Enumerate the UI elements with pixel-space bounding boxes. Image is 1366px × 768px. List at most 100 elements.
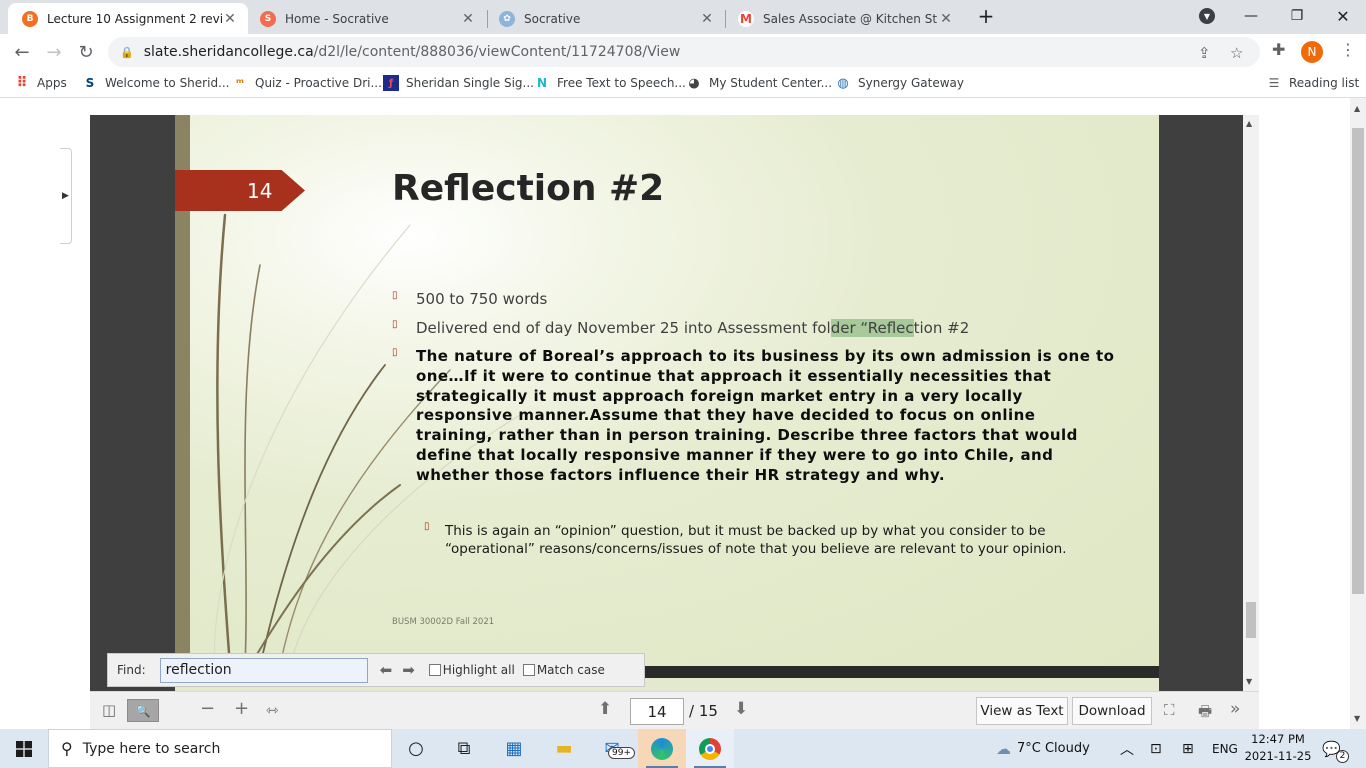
tab-title: Sales Associate @ Kitchen Stuff P [763,11,938,26]
windows-logo-icon [16,740,32,757]
chrome-icon[interactable] [686,729,734,768]
find-input[interactable]: reflection [159,657,368,683]
previous-page-icon[interactable]: ⬆ [598,699,612,719]
url-host: slate.sheridancollege.ca [143,44,314,60]
bookmark-quiz-proactive[interactable]: ᵐ Quiz - Proactive Dri... [232,75,382,91]
slide-title: Reflection #2 [392,168,665,209]
address-bar[interactable]: 🔒 slate.sheridancollege.ca/d2l/le/conten… [108,37,1260,67]
viewer-scrollbar[interactable]: ▲ ▼ [1243,115,1259,691]
next-page-icon[interactable]: ⬇ [734,699,748,719]
tab-lecture-10[interactable]: B Lecture 10 Assignment 2 review a ✕ [8,3,248,34]
share-icon[interactable]: ⇪ [1198,44,1211,62]
highlight-all-checkbox[interactable]: Highlight all [428,663,515,677]
weather-text: 7°C Cloudy [1017,741,1090,756]
notification-center-icon[interactable]: 💬 2 [1322,729,1349,768]
scroll-thumb[interactable] [1246,602,1256,638]
close-tab-icon[interactable]: ✕ [222,11,238,27]
extensions-icon[interactable]: ✚ [1272,40,1285,59]
bookmark-welcome-sheridan[interactable]: S Welcome to Sherid... [82,75,230,91]
bookmark-synergy-gateway[interactable]: ◍ Synergy Gateway [835,75,964,91]
clock-time: 12:47 PM [1251,732,1305,746]
show-hidden-icons-icon[interactable]: ︿ [1120,729,1134,768]
page-scroll-thumb[interactable] [1352,128,1364,594]
close-tab-icon[interactable]: ✕ [460,11,476,27]
new-tab-button[interactable]: + [964,0,1008,32]
microsoft-store-icon[interactable]: ▦ [490,729,538,768]
bullet-question: The nature of Boreal’s approach to its b… [416,347,1115,484]
search-icon[interactable]: 🔍 [127,699,159,722]
windows-start-icon[interactable] [0,729,48,768]
fit-width-icon[interactable]: ⇿ [266,701,279,719]
socrative-icon: S [260,10,276,27]
tab-sales-associate[interactable]: M Sales Associate @ Kitchen Stuff P ✕ [724,3,964,34]
weather-widget[interactable]: ☁ 7°C Cloudy [996,729,1090,768]
sub-bullet-icon: ▯ [424,521,430,532]
download-button[interactable]: Download [1072,697,1152,725]
tab-socrative[interactable]: ✿ Socrative ✕ [485,3,725,34]
slide: 14 Reflection #2 ▯ 500 to 750 words ▯ De… [175,115,1159,666]
taskbar-search-box[interactable]: ⚲ Type here to search [48,729,392,768]
page-scrollbar[interactable]: ▲ ▼ [1350,98,1366,729]
scroll-up-icon[interactable]: ▲ [1246,119,1252,128]
synergy-icon: ◍ [837,75,849,91]
restore-icon[interactable]: ❐ [1274,0,1320,32]
zoom-out-icon[interactable]: − [200,698,215,719]
close-tab-icon[interactable]: ✕ [938,11,954,27]
close-window-icon[interactable]: ✕ [1320,0,1366,32]
reload-icon[interactable]: ↻ [72,38,100,66]
more-tools-icon[interactable]: » [1230,699,1240,719]
page-number-input[interactable]: 14 [630,698,684,725]
minimize-icon[interactable]: — [1228,0,1274,32]
cortana-icon[interactable]: ○ [392,729,440,768]
close-tab-icon[interactable]: ✕ [699,11,715,27]
file-explorer-icon[interactable]: ▬ [540,729,588,768]
slide-number-banner [175,170,305,211]
brightspace-icon: B [22,10,38,27]
profile-avatar[interactable]: N [1301,41,1323,63]
find-highlight: der “Reflec [830,319,914,337]
reading-list-label: Reading list [1289,76,1360,90]
network-icon[interactable]: ⊡ [1150,729,1162,768]
task-view-icon[interactable]: ⧉ [440,729,488,768]
scroll-down-icon[interactable]: ▼ [1246,677,1252,686]
notification-count: 2 [1336,750,1349,763]
find-previous-icon[interactable]: ⬅ [380,661,393,679]
viewer-toolbar: ◫ 🔍 − + ⇿ ⬆ 14 / 15 ⬇ View as Text Downl… [90,691,1259,729]
tab-search-icon[interactable]: ▼ [1184,0,1230,32]
page-content: ▶ 14 Reflection #2 ▯ 500 to 750 words ▯ … [0,98,1366,729]
reading-list-button[interactable]: ☰ Reading list [1266,75,1360,91]
sub-bullet-note: This is again an “opinion” question, but… [445,523,1067,557]
system-clock[interactable]: 12:47 PM 2021-11-25 [1244,731,1312,765]
bookmark-star-icon[interactable]: ☆ [1230,44,1243,62]
proactive-icon: ᵐ [236,76,244,90]
bullet-delivery-text-end: tion #2 [913,319,970,337]
bookmark-label: Synergy Gateway [858,76,964,90]
page-scroll-up-icon[interactable]: ▲ [1354,104,1360,113]
language-indicator[interactable]: ENG [1212,729,1238,768]
sidebar-toggle-icon[interactable]: ◫ [102,701,116,719]
display-icon[interactable]: ⊞ [1182,729,1194,768]
expand-sidebar-handle[interactable]: ▶ [60,148,72,244]
find-next-icon[interactable]: ➡ [402,661,415,679]
menu-icon[interactable]: ⋮ [1340,40,1356,59]
reading-list-icon: ☰ [1268,76,1280,90]
back-icon[interactable]: ← [8,38,36,66]
chevron-right-icon: ▶ [62,191,69,201]
match-case-checkbox[interactable]: Match case [522,663,605,677]
bookmark-student-center[interactable]: ◕ My Student Center... [686,75,832,91]
bookmark-text-to-speech[interactable]: N Free Text to Speech... [534,75,686,91]
bookmark-apps[interactable]: ⠿ Apps [14,75,67,91]
forward-icon[interactable]: → [40,38,68,66]
text-to-speech-icon: N [536,76,548,90]
fullscreen-icon[interactable]: ⛶ [1164,701,1175,719]
print-icon[interactable]: 🖶 [1198,701,1212,726]
view-as-text-button[interactable]: View as Text [976,697,1068,725]
mail-icon[interactable]: ✉ 99+ [588,729,636,768]
clock-date: 2021-11-25 [1244,749,1312,763]
tab-home-socrative[interactable]: S Home - Socrative ✕ [246,3,486,34]
bookmark-label: Quiz - Proactive Dri... [255,76,382,90]
edge-icon[interactable] [638,729,686,768]
page-scroll-down-icon[interactable]: ▼ [1354,714,1360,723]
bookmark-sheridan-sso[interactable]: ƒ Sheridan Single Sig... [383,75,534,91]
zoom-in-icon[interactable]: + [234,698,249,719]
